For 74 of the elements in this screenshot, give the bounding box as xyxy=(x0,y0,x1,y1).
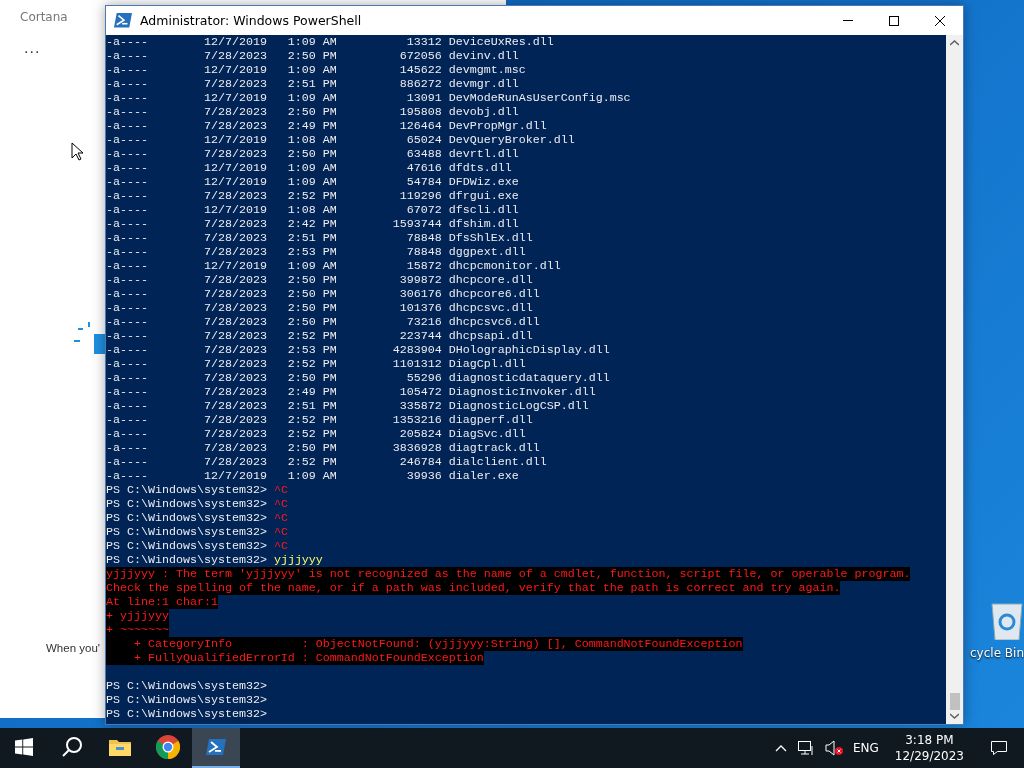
loading-icon xyxy=(74,322,106,356)
console-output-line: -a---- 12/7/2019 1:09 AM 13091 DevModeRunAsUserConfig.msc xyxy=(106,91,631,105)
console-output-line: -a---- 7/28/2023 2:50 PM 399872 dhcpcore.dll xyxy=(106,273,533,287)
maximize-icon xyxy=(889,15,899,26)
scroll-thumb[interactable] xyxy=(949,693,960,710)
console-output-line: -a---- 7/28/2023 2:50 PM 3836928 diagtrack.dll xyxy=(106,441,540,455)
recycle-bin-label: cycle Bin xyxy=(970,646,1024,660)
scroll-up-icon xyxy=(950,40,959,46)
prompt-text: PS C:\Windows\system32> xyxy=(106,693,267,707)
notification-icon[interactable] xyxy=(990,740,1008,756)
prompt-text: PS C:\Windows\system32> xyxy=(106,497,267,511)
cortana-message: When you' xyxy=(46,642,100,654)
console-output-line: -a---- 7/28/2023 2:52 PM 205824 DiagSvc.dll xyxy=(106,427,526,441)
powershell-icon xyxy=(114,13,132,28)
console-output-line: -a---- 7/28/2023 2:53 PM 78848 dggpext.dll xyxy=(106,245,526,259)
cursor-icon xyxy=(71,142,83,161)
interrupt-text: ^C xyxy=(273,525,288,539)
console-output-line: -a---- 12/7/2019 1:09 AM 13312 DeviceUxRes.dll xyxy=(106,35,554,49)
console-output-line: -a---- 7/28/2023 2:52 PM 246784 dialclient.dll xyxy=(106,455,547,469)
console-output-line: -a---- 7/28/2023 2:50 PM 73216 dhcpcsvc6.dll xyxy=(106,315,540,329)
prompt-text: PS C:\Windows\system32> xyxy=(106,511,267,525)
interrupt-text: ^C xyxy=(273,483,288,497)
console-output-line: -a---- 7/28/2023 2:52 PM 223744 dhcpsapi.dll xyxy=(106,329,533,343)
minimize-icon xyxy=(843,20,853,21)
recycle-bin-icon[interactable] xyxy=(990,600,1024,640)
prompt-text: PS C:\Windows\system32> xyxy=(106,525,267,539)
console-output-line: -a---- 7/28/2023 2:52 PM 119296 dfrgui.exe xyxy=(106,189,519,203)
prompt-text: PS C:\Windows\system32> xyxy=(106,553,267,567)
console-output-line: -a---- 12/7/2019 1:08 AM 67072 dfscli.dll xyxy=(106,203,519,217)
scrollbar[interactable] xyxy=(946,35,963,724)
console-output-line: -a---- 12/7/2019 1:09 AM 47616 dfdts.dll xyxy=(106,161,512,175)
interrupt-text: ^C xyxy=(273,511,288,525)
console-output-line: -a---- 7/28/2023 2:52 PM 1101312 DiagCpl.dll xyxy=(106,357,526,371)
console-output-line: -a---- 7/28/2023 2:51 PM 78848 DfsShlEx.dll xyxy=(106,231,533,245)
close-icon xyxy=(935,15,945,26)
chevron-up-icon[interactable] xyxy=(774,744,787,752)
console-output-line: -a---- 12/7/2019 1:09 AM 54784 DFDWiz.exe xyxy=(106,175,519,189)
chrome-icon xyxy=(156,735,180,759)
console-output-line: -a---- 12/7/2019 1:09 AM 145622 devmgmt.msc xyxy=(106,63,526,77)
windows-logo-icon xyxy=(15,738,33,756)
console-output-line: -a---- 12/7/2019 1:09 AM 15872 dhcpcmonitor.dll xyxy=(106,259,561,273)
console-output-line: -a---- 7/28/2023 2:49 PM 105472 DiagnosticInvoker.dll xyxy=(106,385,596,399)
clock[interactable]: 3:18 PM 12/29/2023 xyxy=(888,732,970,764)
console-output-line: -a---- 7/28/2023 2:49 PM 126464 DevPropMgr.dll xyxy=(106,119,547,133)
console-output-line: -a---- 7/28/2023 2:50 PM 306176 dhcpcore6.dll xyxy=(106,287,540,301)
console-output-line: -a---- 7/28/2023 2:53 PM 4283904 DHolographicDisplay.dll xyxy=(106,343,610,357)
interrupt-text: ^C xyxy=(273,539,288,553)
prompt-text: PS C:\Windows\system32> xyxy=(106,539,267,553)
network-icon[interactable] xyxy=(796,740,815,756)
console-output-line: -a---- 7/28/2023 2:42 PM 1593744 dfshim.dll xyxy=(106,217,519,231)
console-output-line: -a---- 7/28/2023 2:50 PM 63488 devrtl.dll xyxy=(106,147,519,161)
command-text: yjjjyyy xyxy=(273,553,323,567)
search-icon xyxy=(61,736,83,758)
prompt-text: PS C:\Windows\system32> xyxy=(106,707,267,721)
prompt-text: PS C:\Windows\system32> xyxy=(106,679,267,693)
cortana-title: Cortana xyxy=(20,10,68,26)
prompt-text: PS C:\Windows\system32> xyxy=(106,483,267,497)
console-output-line: -a---- 7/28/2023 2:50 PM 195808 devobj.dll xyxy=(106,105,519,119)
console-output-line: -a---- 7/28/2023 2:51 PM 335872 DiagnosticLogCSP.dll xyxy=(106,399,589,413)
console-output-line: -a---- 7/28/2023 2:50 PM 55296 diagnosticdataquery.dll xyxy=(106,371,610,385)
console-output-line: -a---- 7/28/2023 2:50 PM 101376 dhcpcsvc.dll xyxy=(106,301,533,315)
volume-muted-icon[interactable] xyxy=(824,740,843,756)
interrupt-text: ^C xyxy=(273,497,288,511)
more-button[interactable]: ... xyxy=(24,40,41,56)
console-output-line: -a---- 12/7/2019 1:08 AM 65024 DevQueryBroker.dll xyxy=(106,133,575,147)
folder-icon xyxy=(109,738,131,756)
powershell-icon xyxy=(206,739,226,755)
language-indicator[interactable]: ENG xyxy=(852,741,879,755)
scroll-down-icon xyxy=(950,713,959,719)
window-title: Administrator: Windows PowerShell xyxy=(140,13,363,28)
console-output-line: -a---- 12/7/2019 1:09 AM 39936 dialer.exe xyxy=(106,469,519,483)
console-output-line: -a---- 7/28/2023 2:52 PM 1353216 diagperf.dll xyxy=(106,413,533,427)
console-output-line: -a---- 7/28/2023 2:51 PM 886272 devmgr.dll xyxy=(106,77,519,91)
console-output-line: -a---- 7/28/2023 2:50 PM 672056 devinv.dll xyxy=(106,49,519,63)
